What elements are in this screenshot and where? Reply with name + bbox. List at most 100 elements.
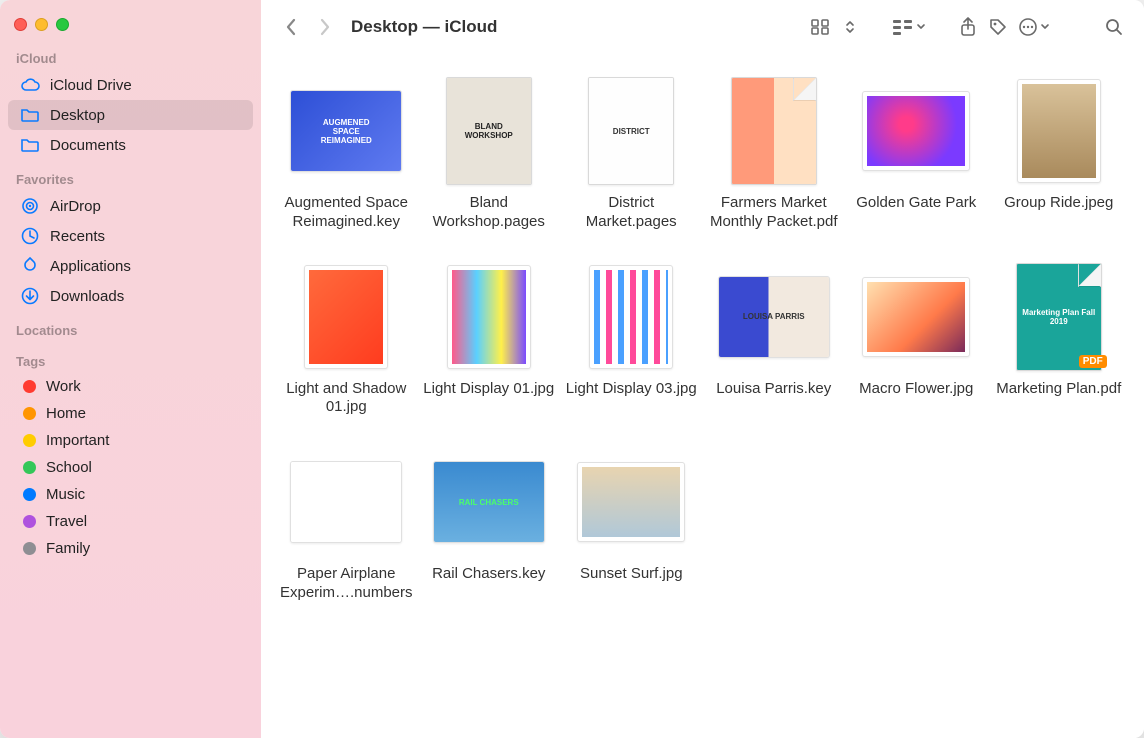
- airdrop-icon: [20, 196, 40, 216]
- sidebar-item-label: School: [46, 459, 241, 476]
- file-thumbnail: [860, 262, 972, 372]
- tag-dot-icon: [23, 461, 36, 474]
- tag-dot-icon: [23, 515, 36, 528]
- file-thumbnail: AUGMENED SPACE REIMAGINED: [290, 76, 402, 186]
- file-item[interactable]: LOUISA PARRIS Louisa Parris.key: [703, 262, 846, 418]
- folder-icon: [20, 105, 40, 125]
- file-thumbnail: [575, 262, 687, 372]
- nav-forward-button[interactable]: [311, 13, 339, 41]
- sidebar-item-desktop[interactable]: Desktop: [8, 100, 253, 130]
- sidebar-item-applications[interactable]: Applications: [8, 251, 253, 281]
- tag-dot-icon: [23, 488, 36, 501]
- sidebar-item-label: Family: [46, 540, 241, 557]
- window-controls: [0, 10, 261, 49]
- file-item[interactable]: Light Display 03.jpg: [560, 262, 703, 418]
- sidebar-item-label: Work: [46, 378, 241, 395]
- file-thumbnail: [290, 262, 402, 372]
- file-thumbnail: BLAND WORKSHOP: [433, 76, 545, 186]
- tag-dot-icon: [23, 434, 36, 447]
- file-thumbnail: [860, 76, 972, 186]
- file-label: Golden Gate Park: [856, 194, 976, 213]
- file-label: Macro Flower.jpg: [859, 380, 973, 399]
- sidebar-section-header: Locations: [0, 321, 261, 342]
- sidebar-item-documents[interactable]: Documents: [8, 130, 253, 160]
- file-thumbnail: RAIL CHASERS: [433, 447, 545, 557]
- sidebar-item-music[interactable]: Music: [8, 481, 253, 508]
- sidebar-item-label: AirDrop: [50, 198, 241, 215]
- file-item[interactable]: Group Ride.jpeg: [988, 76, 1131, 232]
- cloud-icon: [20, 75, 40, 95]
- file-label: Marketing Plan.pdf: [996, 380, 1121, 399]
- finder-window: iCloud iCloud Drive Desktop Documents Favori…: [0, 0, 1144, 738]
- sidebar-item-downloads[interactable]: Downloads: [8, 281, 253, 311]
- file-item[interactable]: Paper Airplane Experim….numbers: [275, 447, 418, 603]
- file-item[interactable]: AUGMENED SPACE REIMAGINED Augmented Space…: [275, 76, 418, 232]
- sidebar-item-family[interactable]: Family: [8, 535, 253, 562]
- tags-button[interactable]: [984, 13, 1012, 41]
- file-badge: PDF: [1079, 355, 1107, 368]
- file-item[interactable]: Marketing Plan Fall 2019PDF Marketing Pla…: [988, 262, 1131, 418]
- search-button[interactable]: [1100, 13, 1128, 41]
- file-thumbnail: Marketing Plan Fall 2019PDF: [1003, 262, 1115, 372]
- clock-icon: [20, 226, 40, 246]
- sidebar-item-important[interactable]: Important: [8, 427, 253, 454]
- main-pane: Desktop — iCloud: [261, 0, 1144, 738]
- file-item[interactable]: Golden Gate Park: [845, 76, 988, 232]
- file-item[interactable]: Sunset Surf.jpg: [560, 447, 703, 603]
- file-label: Light Display 01.jpg: [423, 380, 554, 399]
- sidebar-item-label: Documents: [50, 137, 241, 154]
- group-by-button[interactable]: [888, 13, 930, 41]
- sidebar-item-work[interactable]: Work: [8, 373, 253, 400]
- file-label: Farmers Market Monthly Packet.pdf: [704, 194, 844, 232]
- file-thumbnail: DISTRICT: [575, 76, 687, 186]
- view-options-button[interactable]: [836, 13, 864, 41]
- sidebar-item-airdrop[interactable]: AirDrop: [8, 191, 253, 221]
- minimize-button[interactable]: [35, 18, 48, 31]
- file-item[interactable]: Farmers Market Monthly Packet.pdf: [703, 76, 846, 232]
- sidebar-item-label: Applications: [50, 258, 241, 275]
- file-thumbnail: [1003, 76, 1115, 186]
- file-item[interactable]: Light and Shadow 01.jpg: [275, 262, 418, 418]
- file-item[interactable]: Macro Flower.jpg: [845, 262, 988, 418]
- share-button[interactable]: [954, 13, 982, 41]
- file-label: Light Display 03.jpg: [566, 380, 697, 399]
- toolbar: Desktop — iCloud: [261, 0, 1144, 54]
- file-label: Paper Airplane Experim….numbers: [276, 565, 416, 603]
- file-grid: AUGMENED SPACE REIMAGINED Augmented Space…: [261, 54, 1144, 738]
- file-label: Augmented Space Reimagined.key: [276, 194, 416, 232]
- maximize-button[interactable]: [56, 18, 69, 31]
- sidebar-item-icloud-drive[interactable]: iCloud Drive: [8, 70, 253, 100]
- sidebar-item-recents[interactable]: Recents: [8, 221, 253, 251]
- nav-back-button[interactable]: [277, 13, 305, 41]
- sidebar-item-label: Recents: [50, 228, 241, 245]
- window-title: Desktop — iCloud: [351, 17, 497, 37]
- file-label: Group Ride.jpeg: [1004, 194, 1113, 213]
- sidebar-item-home[interactable]: Home: [8, 400, 253, 427]
- tag-dot-icon: [23, 407, 36, 420]
- action-menu-button[interactable]: [1014, 13, 1054, 41]
- file-thumbnail: [575, 447, 687, 557]
- sidebar-item-label: Desktop: [50, 107, 241, 124]
- sidebar-item-label: Home: [46, 405, 241, 422]
- sidebar-item-label: Important: [46, 432, 241, 449]
- file-label: District Market.pages: [561, 194, 701, 232]
- apps-icon: [20, 256, 40, 276]
- file-label: Bland Workshop.pages: [419, 194, 559, 232]
- sidebar-section-header: Tags: [0, 352, 261, 373]
- file-item[interactable]: RAIL CHASERSRail Chasers.key: [418, 447, 561, 603]
- file-thumbnail: LOUISA PARRIS: [718, 262, 830, 372]
- sidebar-item-school[interactable]: School: [8, 454, 253, 481]
- view-icon-button[interactable]: [806, 13, 834, 41]
- file-item[interactable]: BLAND WORKSHOP Bland Workshop.pages: [418, 76, 561, 232]
- sidebar-item-travel[interactable]: Travel: [8, 508, 253, 535]
- sidebar-item-label: iCloud Drive: [50, 77, 241, 94]
- file-item[interactable]: Light Display 01.jpg: [418, 262, 561, 418]
- close-button[interactable]: [14, 18, 27, 31]
- sidebar: iCloud iCloud Drive Desktop Documents Favori…: [0, 0, 261, 738]
- sidebar-section-header: Favorites: [0, 170, 261, 191]
- sidebar-section-header: iCloud: [0, 49, 261, 70]
- file-item[interactable]: DISTRICT District Market.pages: [560, 76, 703, 232]
- file-thumbnail: [718, 76, 830, 186]
- file-label: Light and Shadow 01.jpg: [276, 380, 416, 418]
- file-label: Louisa Parris.key: [716, 380, 831, 399]
